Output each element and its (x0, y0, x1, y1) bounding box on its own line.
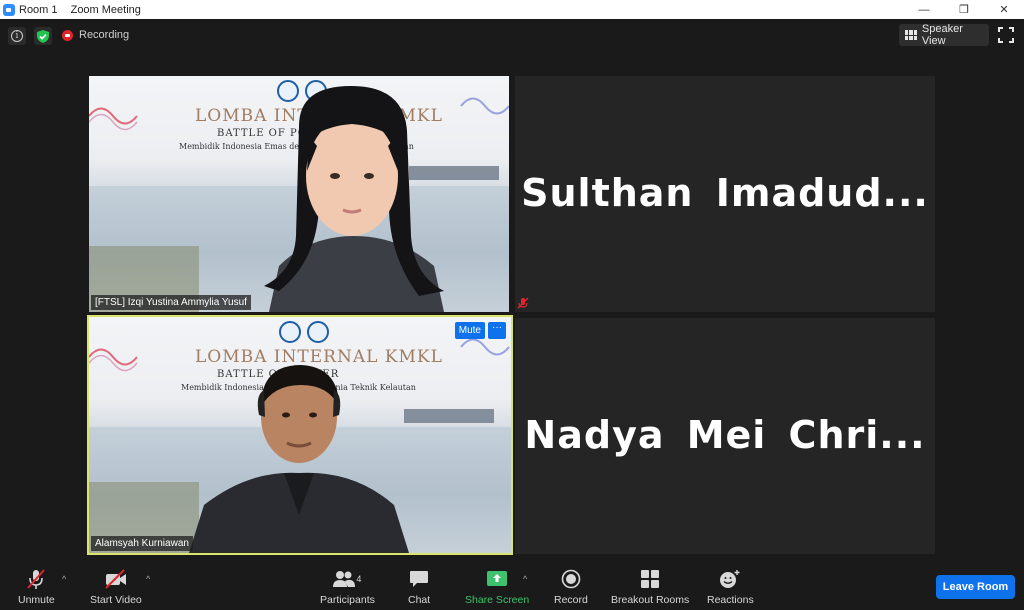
video-off-icon (105, 569, 126, 589)
app-title: Zoom Meeting (70, 3, 141, 16)
meeting-controls-toolbar: Unmute ^ Start Video ^ 4 Participants Ch… (0, 562, 1024, 610)
record-icon (561, 569, 581, 589)
share-options-caret[interactable]: ^ (523, 574, 527, 584)
video-tile-izqi[interactable]: LOMBA INTERNAL KMKL BATTLE OF POSTER Mem… (89, 76, 509, 312)
chat-button[interactable]: Chat (408, 568, 430, 606)
shield-icon (37, 29, 49, 43)
reactions-icon (720, 570, 740, 588)
participant-video-izqi (264, 86, 444, 312)
start-video-button[interactable]: Start Video (90, 568, 142, 606)
recording-indicator[interactable]: Recording (62, 29, 129, 41)
close-window-button[interactable]: ✕ (984, 0, 1024, 19)
participants-count: 4 (356, 574, 362, 584)
room-name: Room 1 (19, 3, 58, 16)
window-titlebar: Room 1 Zoom Meeting — ❐ ✕ (0, 0, 1024, 19)
participant-video-alamsyah (189, 365, 409, 553)
chat-icon (410, 571, 429, 587)
restore-button[interactable]: ❐ (944, 0, 984, 19)
window-title: Room 1 Zoom Meeting (19, 4, 151, 16)
window-controls: — ❐ ✕ (904, 0, 1024, 19)
banner-logo-right (307, 321, 329, 343)
recording-label: Recording (79, 29, 130, 41)
video-tile-alamsyah[interactable]: LOMBA INTERNAL KMKL BATTLE OF POSTER Mem… (87, 315, 513, 555)
participant-name-display: Sulthan Imadud... (521, 171, 929, 215)
share-screen-button[interactable]: Share Screen (465, 568, 529, 606)
video-options-caret[interactable]: ^ (146, 574, 150, 584)
participant-name-label: Alamsyah Kurniawan (91, 536, 193, 551)
unmute-button[interactable]: Unmute (18, 568, 55, 606)
mute-participant-button[interactable]: Mute (454, 322, 485, 339)
participants-label: Participants (320, 594, 375, 606)
video-tile-sulthan[interactable]: Sulthan Imadud... (515, 76, 935, 312)
reactions-button[interactable]: Reactions (707, 568, 754, 606)
more-options-button[interactable]: ··· (488, 322, 506, 339)
participant-name-label: [FTSL] Izqi Yustina Ammylia Yusuf (91, 295, 251, 310)
chat-label: Chat (408, 594, 431, 606)
info-icon: i (11, 30, 23, 42)
breakout-rooms-label: Breakout Rooms (611, 594, 690, 606)
recording-icon (62, 29, 73, 41)
speaker-view-label: Speaker View (921, 23, 963, 47)
leave-room-button[interactable]: Leave Room (936, 575, 1015, 599)
share-screen-label: Share Screen (465, 594, 530, 606)
unmute-label: Unmute (18, 594, 55, 606)
video-tile-nadya[interactable]: Nadya Mei Chri... (515, 318, 935, 554)
participants-icon (333, 571, 356, 587)
meeting-topbar: i Recording Speaker View (0, 19, 1024, 55)
speaker-view-button[interactable]: Speaker View (899, 23, 989, 47)
breakout-rooms-button[interactable]: Breakout Rooms (611, 568, 689, 606)
banner-logo-left (279, 321, 301, 343)
audio-options-caret[interactable]: ^ (62, 574, 66, 584)
participant-name-display: Nadya Mei Chri... (524, 413, 926, 457)
participants-button[interactable]: 4 Participants (320, 568, 375, 606)
record-button[interactable]: Record (554, 568, 588, 606)
view-grid-icon (905, 30, 917, 40)
share-screen-icon (487, 571, 508, 586)
muted-microphone-icon (27, 569, 46, 589)
record-label: Record (554, 594, 588, 606)
breakout-rooms-icon (641, 570, 660, 588)
minimize-button[interactable]: — (904, 0, 944, 19)
fullscreen-icon[interactable] (998, 27, 1014, 43)
encryption-shield-button[interactable] (34, 27, 52, 45)
start-video-label: Start Video (90, 594, 142, 606)
meeting-info-button[interactable]: i (8, 27, 26, 45)
reactions-label: Reactions (707, 594, 754, 606)
zoom-app-icon (3, 3, 15, 16)
muted-mic-icon (517, 297, 529, 309)
